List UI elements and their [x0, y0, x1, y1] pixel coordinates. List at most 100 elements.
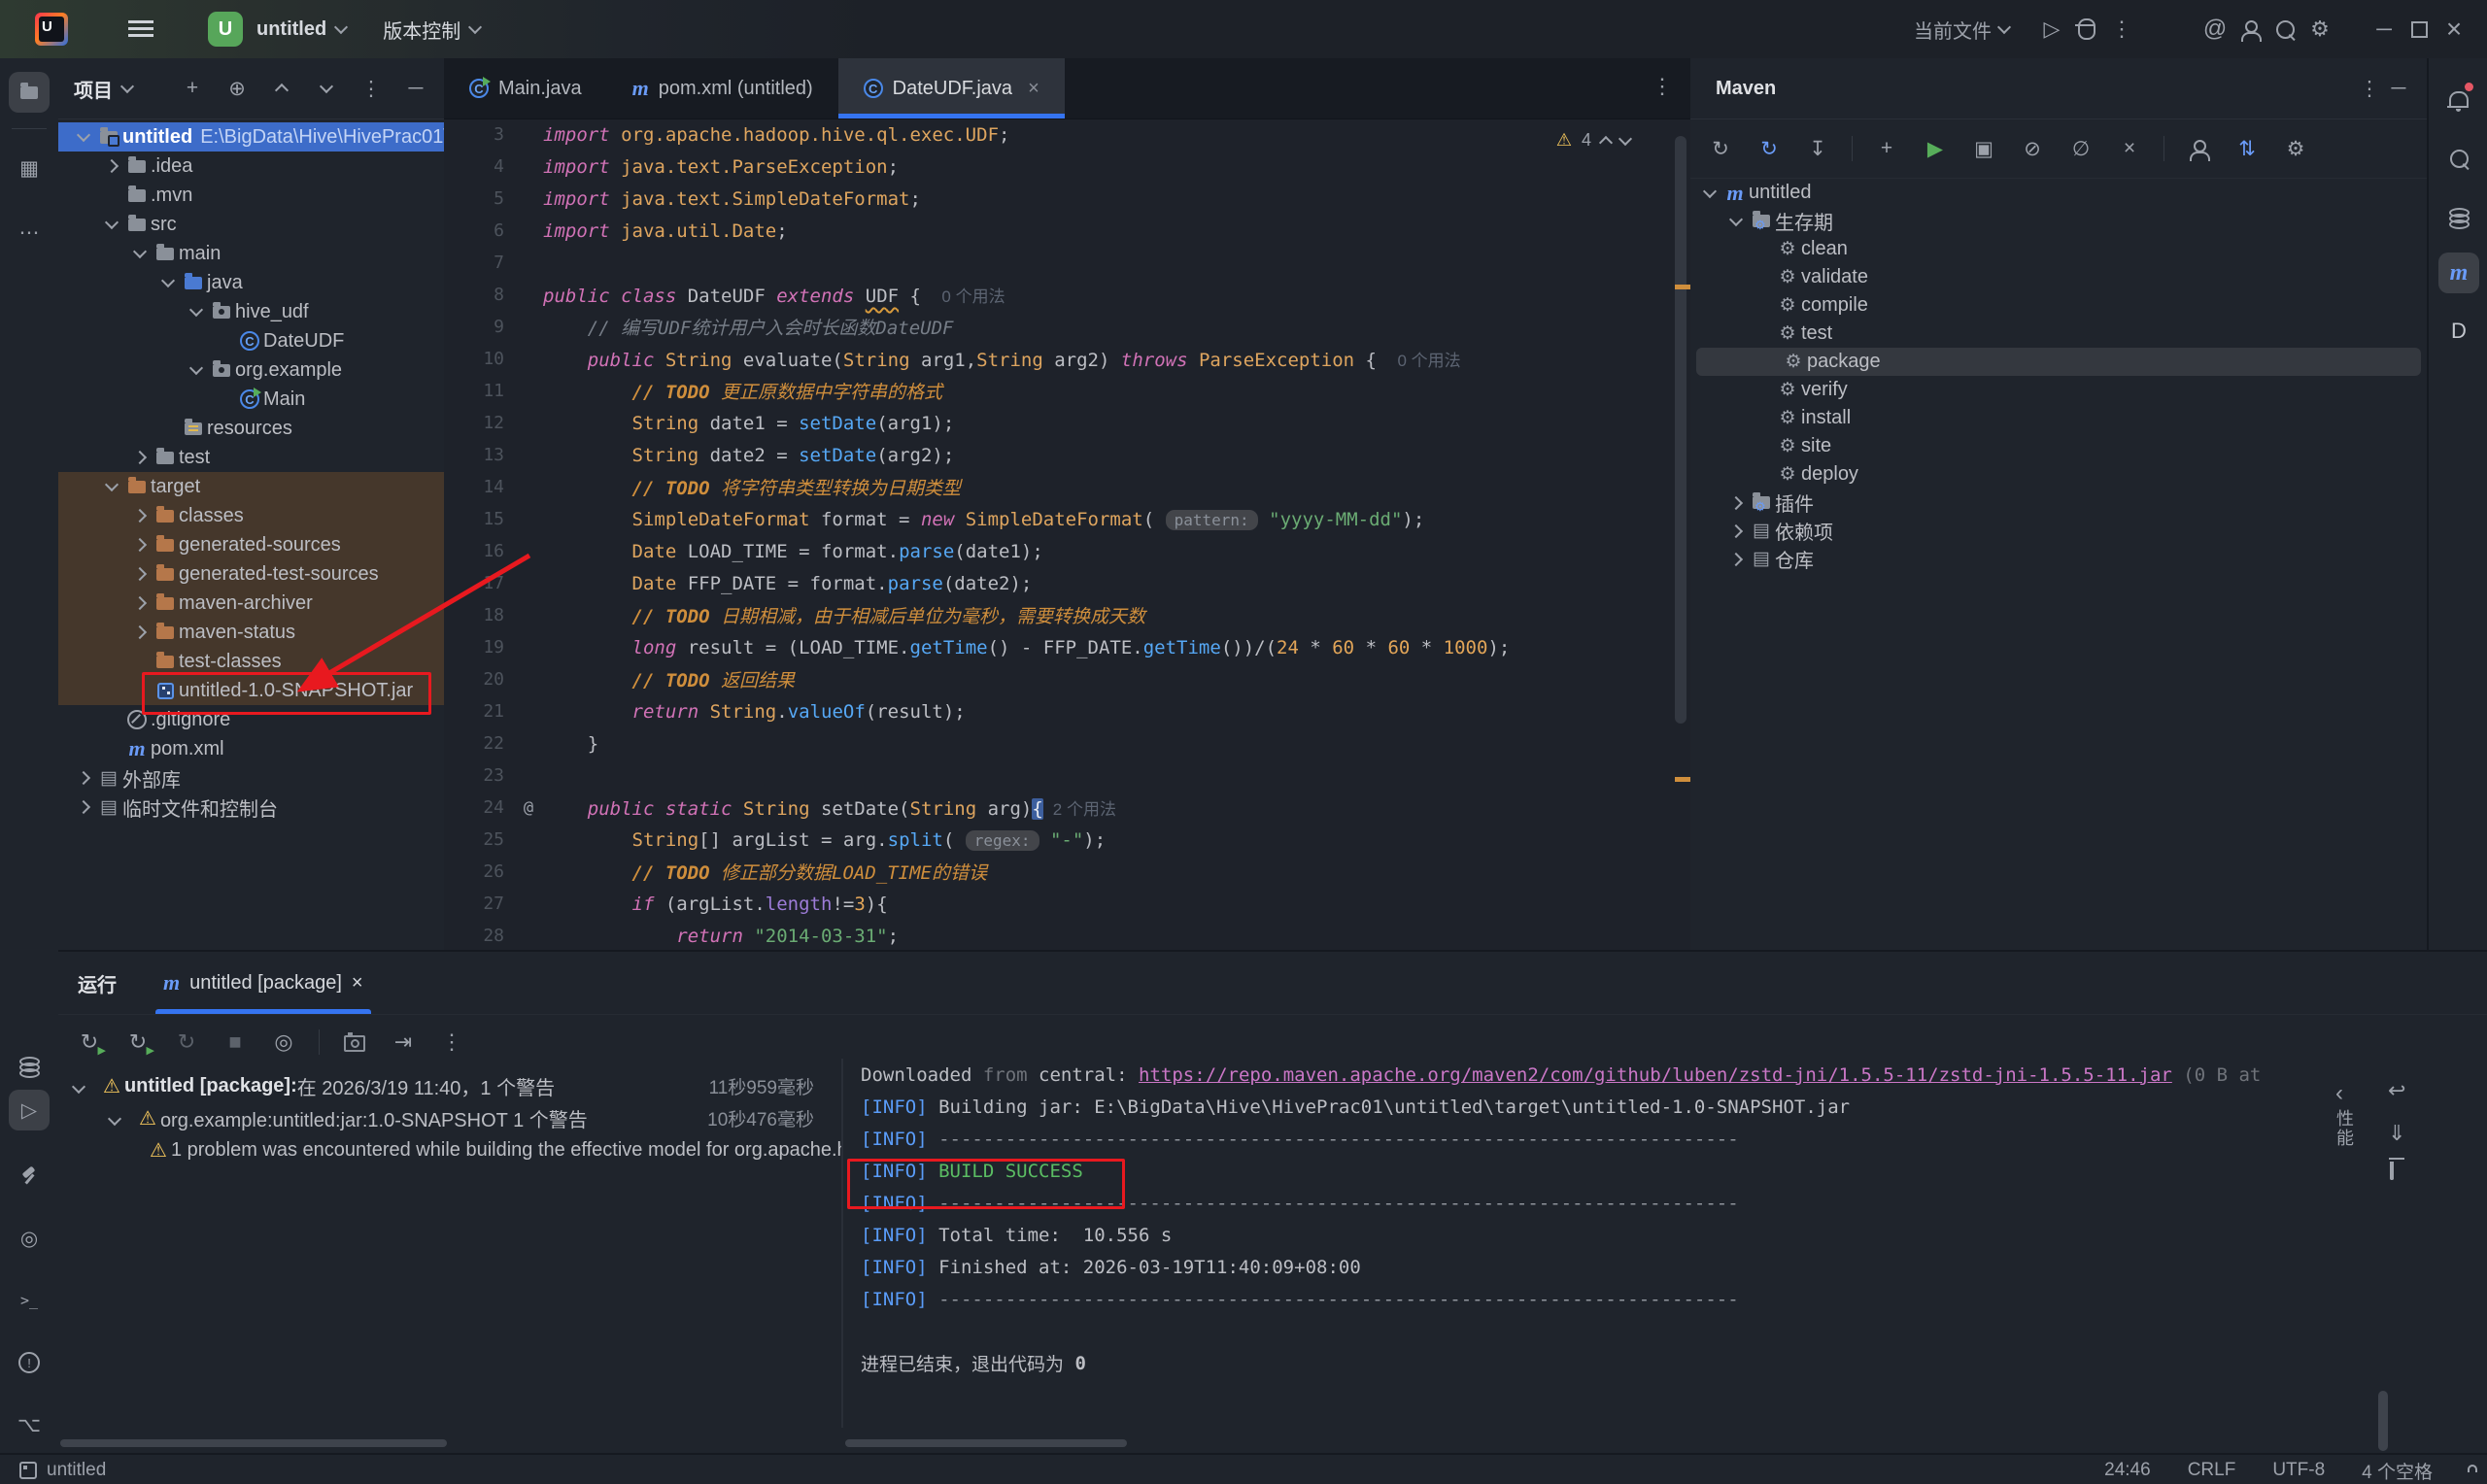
- tab-pom.xml-untitled-[interactable]: mpom.xml (untitled): [607, 58, 838, 118]
- maven-item-deploy[interactable]: ⚙deploy: [1690, 460, 2427, 489]
- tree-item-Main[interactable]: CMain: [58, 385, 444, 414]
- tree-item-generated-test-sources[interactable]: generated-test-sources: [58, 559, 444, 589]
- resume-icon[interactable]: ↻: [173, 1029, 200, 1056]
- search-everywhere-button[interactable]: [2267, 12, 2302, 47]
- tree-item-DateUDF[interactable]: CDateUDF: [58, 326, 444, 355]
- performance-side-tab[interactable]: 性能: [2332, 1109, 2357, 1148]
- stop-icon[interactable]: ■: [221, 1029, 249, 1056]
- run-tree-row[interactable]: ⚠org.example:untitled:jar:1.0-SNAPSHOT 1…: [58, 1102, 841, 1134]
- tree-item-main[interactable]: main: [58, 239, 444, 268]
- maven-item-test[interactable]: ⚙test: [1690, 320, 2427, 348]
- settings-icon[interactable]: ⚙: [2281, 134, 2310, 163]
- tree-item-maven-archiver[interactable]: maven-archiver: [58, 589, 444, 618]
- hide-panel-icon[interactable]: ─: [2384, 74, 2413, 103]
- more-icon[interactable]: ⋮: [438, 1029, 465, 1056]
- add-icon[interactable]: +: [1872, 134, 1901, 163]
- maven-item-clean[interactable]: ⚙clean: [1690, 235, 2427, 263]
- status-project-name[interactable]: untitled: [47, 1460, 106, 1481]
- maven-item-install[interactable]: ⚙install: [1690, 404, 2427, 432]
- skip-tests-icon[interactable]: ∅: [2066, 134, 2095, 163]
- console-hscrollbar[interactable]: [845, 1439, 1127, 1447]
- sync-icon[interactable]: ↻: [1706, 134, 1735, 163]
- run-panel-title[interactable]: 运行: [78, 969, 117, 997]
- rerun-icon[interactable]: ↻▶: [76, 1029, 103, 1056]
- maven-item-compile[interactable]: ⚙compile: [1690, 291, 2427, 320]
- code-with-me-button[interactable]: @: [2197, 12, 2232, 47]
- tab-options-icon[interactable]: ⋮: [1652, 74, 1673, 99]
- todo-stripe-mark[interactable]: [1675, 777, 1690, 782]
- execute-config-icon[interactable]: ▣: [1969, 134, 1998, 163]
- settings-button[interactable]: ⚙: [2302, 12, 2337, 47]
- project-panel-title[interactable]: 项目: [74, 75, 113, 103]
- sidebar-item-structure[interactable]: ▦: [9, 148, 50, 188]
- tree-item-.mvn[interactable]: .mvn: [58, 181, 444, 210]
- hide-icon[interactable]: ─: [401, 74, 430, 103]
- minimize-button[interactable]: ─: [2367, 12, 2402, 47]
- tree-item--[interactable]: ▤临时文件和控制台: [58, 793, 444, 822]
- sidebar-item-more[interactable]: ⋯: [9, 212, 50, 253]
- sidebar-item-terminal[interactable]: >_: [9, 1280, 50, 1321]
- tree-item-untitled[interactable]: untitled E:\BigData\Hive\HivePrac01\: [58, 122, 444, 152]
- toggle-offline-icon[interactable]: ⊘: [2018, 134, 2047, 163]
- tree-item-pom.xml[interactable]: mpom.xml: [58, 734, 444, 763]
- maven-item-package[interactable]: ⚙package: [1696, 348, 2421, 376]
- tab-Main.java[interactable]: CMain.java: [444, 58, 607, 118]
- maven-item-仓库[interactable]: ▤仓库: [1690, 545, 2427, 573]
- run-goal-icon[interactable]: ▶: [1921, 134, 1950, 163]
- scroll-to-end-icon[interactable]: ⇓: [2388, 1121, 2405, 1146]
- sidebar-item-find-remote[interactable]: [2438, 138, 2479, 179]
- tree-item--[interactable]: ▤外部库: [58, 763, 444, 793]
- add-icon[interactable]: +: [178, 74, 207, 103]
- add-user-button[interactable]: [2232, 12, 2267, 47]
- status-item[interactable]: CRLF: [2188, 1460, 2236, 1481]
- locate-icon[interactable]: ⊕: [222, 74, 252, 103]
- maven-item-依赖项[interactable]: ▤依赖项: [1690, 517, 2427, 545]
- tree-item-generated-sources[interactable]: generated-sources: [58, 530, 444, 559]
- run-tree-row[interactable]: ⚠1 problem was encountered while buildin…: [58, 1134, 841, 1166]
- soft-wrap-icon[interactable]: ↩: [2388, 1078, 2405, 1103]
- vcs-widget[interactable]: 版本控制: [383, 16, 460, 44]
- tree-item-hive_udf[interactable]: hive_udf: [58, 297, 444, 326]
- run-tree-row[interactable]: ⚠untitled [package]: 在 2026/3/19 11:40，1…: [58, 1070, 841, 1102]
- tree-item-java[interactable]: java: [58, 268, 444, 297]
- status-item[interactable]: 4 个空格: [2362, 1458, 2433, 1484]
- editor-scrollbar[interactable]: [1675, 136, 1686, 724]
- console-vscrollbar[interactable]: [2378, 1391, 2388, 1451]
- maven-item-verify[interactable]: ⚙verify: [1690, 376, 2427, 404]
- rerun-failed-icon[interactable]: ↻▶: [124, 1029, 152, 1056]
- close-icon[interactable]: ×: [1028, 78, 1039, 100]
- sidebar-item-database[interactable]: [2438, 196, 2479, 237]
- sidebar-item-project[interactable]: [9, 72, 50, 113]
- terminate-icon[interactable]: ×: [2115, 134, 2144, 163]
- project-badge[interactable]: U: [208, 12, 243, 47]
- more-icon[interactable]: ⋮: [357, 74, 386, 103]
- tree-item-classes[interactable]: classes: [58, 501, 444, 530]
- tree-item-target[interactable]: target: [58, 472, 444, 501]
- run-tab[interactable]: m untitled [package] ×: [155, 952, 371, 1014]
- sync-project-icon[interactable]: ↻: [1755, 134, 1784, 163]
- sidebar-item-notifications[interactable]: [2438, 78, 2479, 118]
- maven-item-生存期[interactable]: ⚙生存期: [1690, 207, 2427, 235]
- tree-item-resources[interactable]: resources: [58, 414, 444, 443]
- clear-console-icon[interactable]: [2390, 1162, 2394, 1179]
- maven-options-icon[interactable]: ⋮: [2355, 74, 2384, 103]
- tree-item-test[interactable]: test: [58, 443, 444, 472]
- run-tree-hscrollbar[interactable]: [60, 1439, 447, 1447]
- console-link[interactable]: https://repo.maven.apache.org/maven2/com…: [1139, 1064, 2172, 1086]
- status-item[interactable]: 24:46: [2104, 1460, 2151, 1481]
- tree-item-org.example[interactable]: org.example: [58, 355, 444, 385]
- export-icon[interactable]: ⇥: [390, 1029, 417, 1056]
- collapse-all-icon[interactable]: [312, 74, 341, 103]
- download-sources-icon[interactable]: ↧: [1803, 134, 1832, 163]
- more-actions-button[interactable]: ⋮: [2104, 12, 2139, 47]
- project-name[interactable]: untitled: [256, 18, 326, 41]
- build-console[interactable]: Downloaded from central: https://repo.ma…: [841, 1059, 2384, 1428]
- tab-DateUDF.java[interactable]: CDateUDF.java×: [838, 58, 1065, 118]
- maven-item-untitled[interactable]: muntitled: [1690, 179, 2427, 207]
- sidebar-item-maven[interactable]: m: [2438, 253, 2479, 293]
- maximize-button[interactable]: [2402, 12, 2436, 47]
- maven-item-site[interactable]: ⚙site: [1690, 432, 2427, 460]
- tree-item-.idea[interactable]: .idea: [58, 152, 444, 181]
- run-config-widget[interactable]: 当前文件: [1914, 16, 1992, 44]
- camera-icon[interactable]: [341, 1029, 368, 1056]
